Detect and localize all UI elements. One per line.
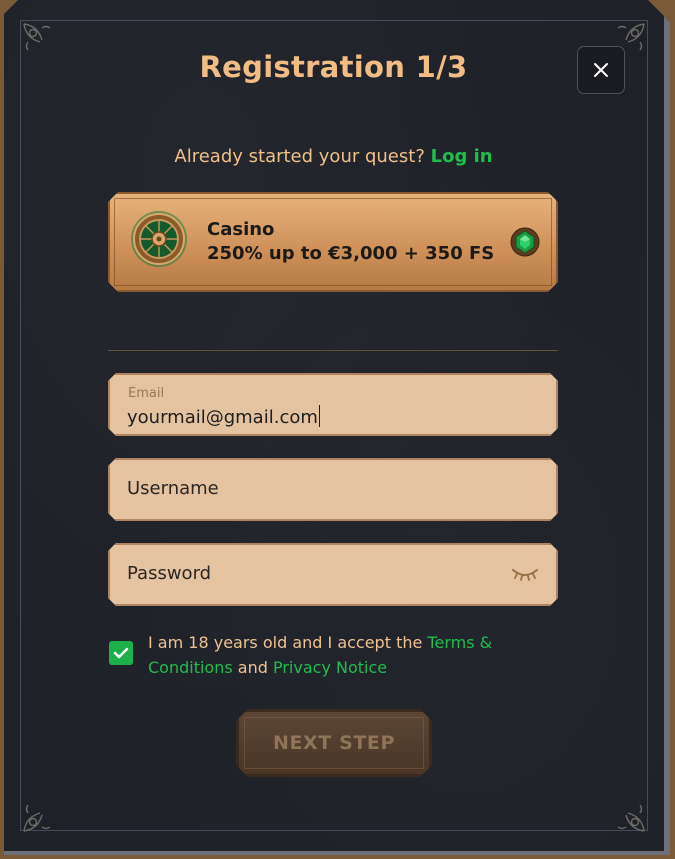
terms-checkbox[interactable] xyxy=(109,641,133,665)
email-input[interactable]: yourmail@gmail.com xyxy=(127,405,527,428)
email-label: Email xyxy=(128,386,165,401)
consent-and: and xyxy=(237,658,268,677)
login-link[interactable]: Log in xyxy=(431,146,493,167)
ornament-corner-icon xyxy=(612,799,646,833)
password-field[interactable]: Password xyxy=(108,543,558,606)
login-prompt: Already started your quest? Log in xyxy=(0,146,671,167)
login-prompt-text: Already started your quest? xyxy=(174,146,425,167)
password-input[interactable]: Password xyxy=(127,563,211,584)
eye-closed-icon[interactable] xyxy=(510,564,540,584)
email-field[interactable]: Email yourmail@gmail.com xyxy=(108,373,558,436)
bonus-name: Casino xyxy=(207,219,275,240)
close-icon xyxy=(594,63,608,77)
bonus-offer: 250% up to €3,000 + 350 FS xyxy=(207,243,495,264)
close-button[interactable] xyxy=(577,46,625,94)
next-step-button[interactable]: NEXT STEP xyxy=(236,709,432,777)
page-title: Registration 1/3 xyxy=(199,50,468,84)
text-cursor xyxy=(319,405,320,427)
username-field[interactable]: Username xyxy=(108,458,558,521)
email-value: yourmail@gmail.com xyxy=(127,407,318,428)
section-divider xyxy=(108,350,558,351)
consent-prefix: I am 18 years old and I accept the xyxy=(148,633,423,652)
consent-text: I am 18 years old and I accept the Terms… xyxy=(148,630,568,680)
ornament-corner-icon xyxy=(22,799,56,833)
bonus-card-casino[interactable]: Casino 250% up to €3,000 + 350 FS xyxy=(108,192,558,292)
checkmark-icon xyxy=(113,647,129,659)
privacy-link[interactable]: Privacy Notice xyxy=(273,658,387,677)
roulette-icon xyxy=(130,210,188,268)
next-step-label: NEXT STEP xyxy=(272,732,396,754)
emerald-gem-icon xyxy=(510,227,540,257)
username-input[interactable]: Username xyxy=(127,478,219,499)
